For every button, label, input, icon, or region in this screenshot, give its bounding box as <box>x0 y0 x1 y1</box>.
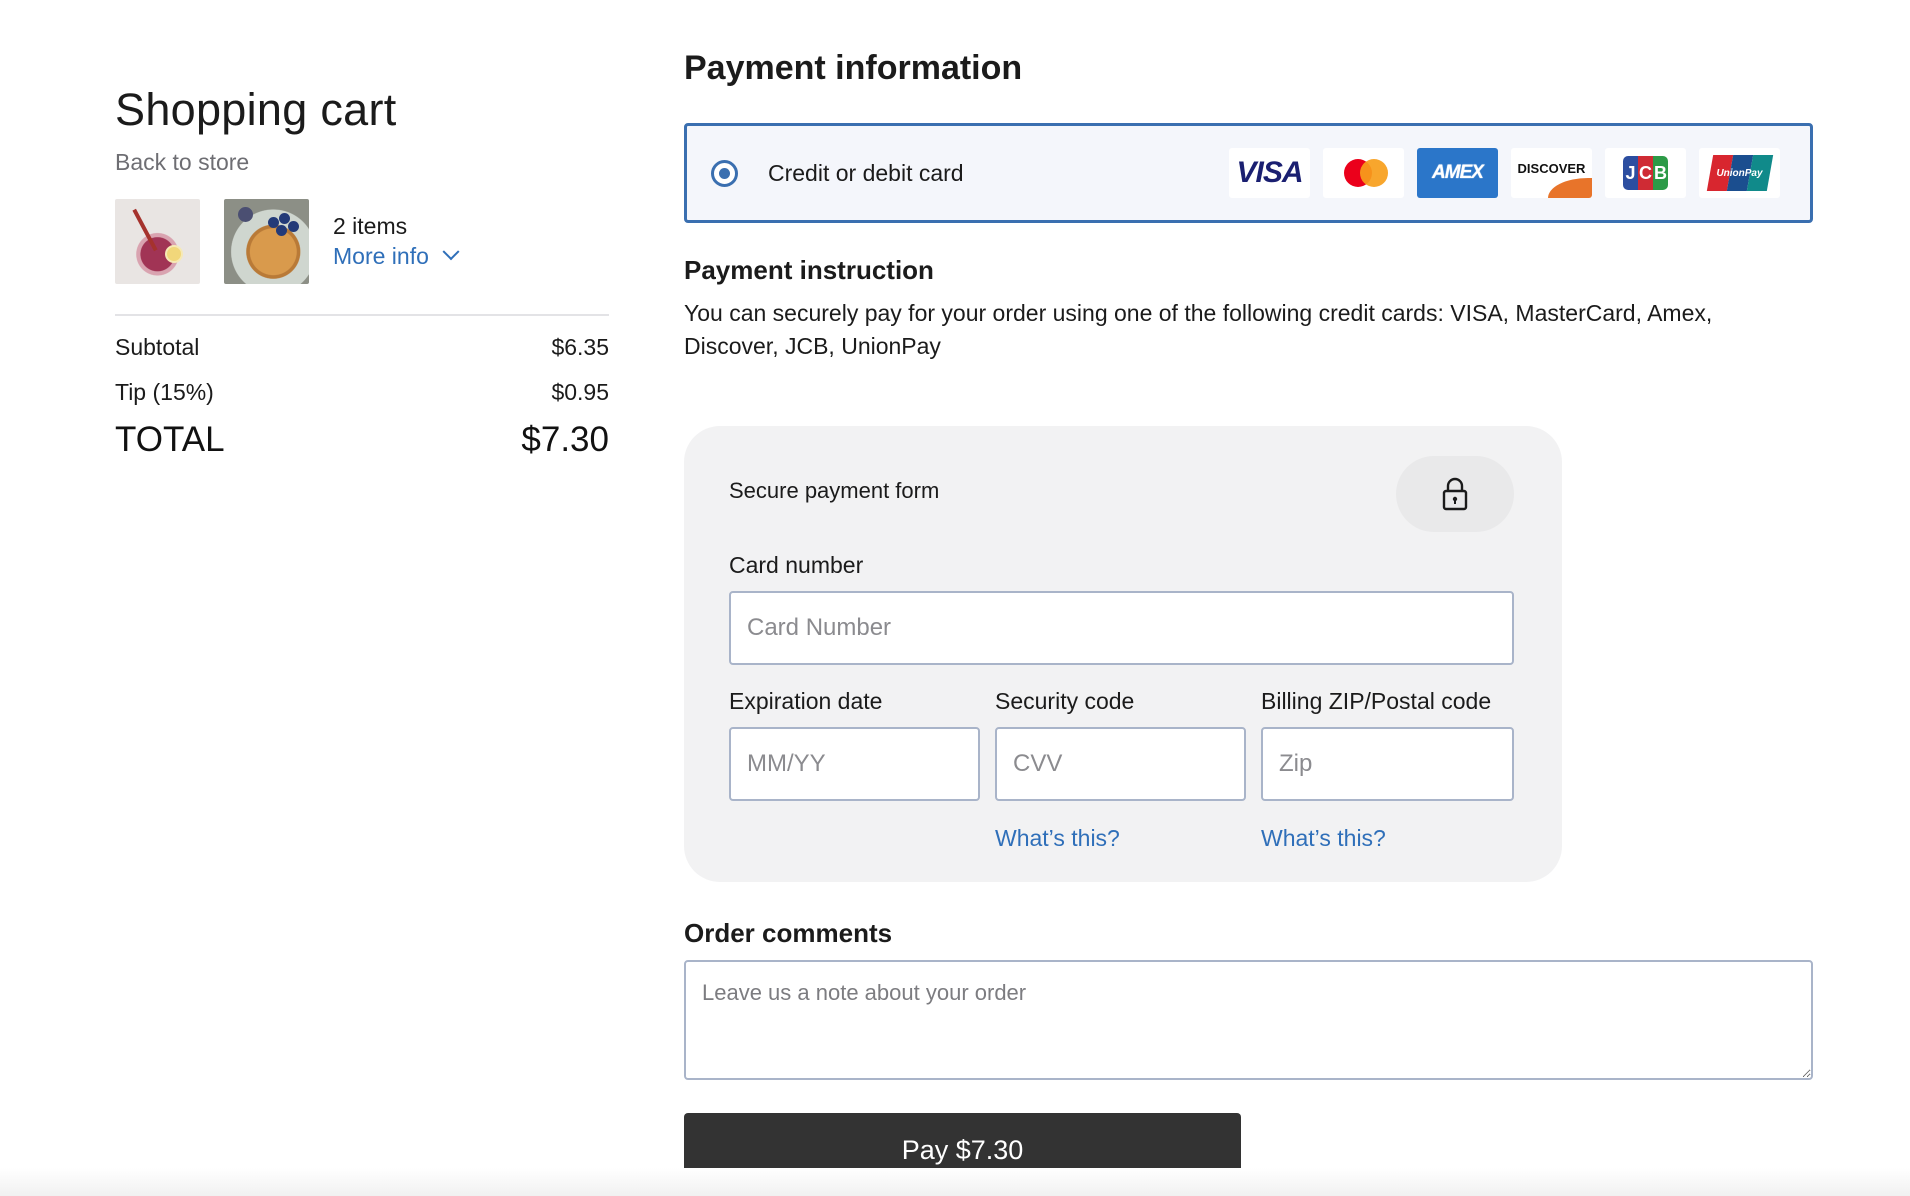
lock-icon <box>1442 477 1468 511</box>
payment-instruction-text: You can securely pay for your order usin… <box>684 300 1713 359</box>
payment-section: Payment information Credit or debit card… <box>684 44 1813 1188</box>
cart-divider <box>115 314 609 316</box>
expiration-input[interactable] <box>729 727 980 801</box>
checkout-page: Shopping cart Back to store 2 items More… <box>0 0 1910 1196</box>
payment-method-label: Credit or debit card <box>768 159 964 186</box>
subtotal-label: Subtotal <box>115 334 200 360</box>
tip-value: $0.95 <box>551 379 609 405</box>
visa-logo: VISA <box>1229 148 1310 198</box>
amex-logo: AMEX <box>1417 148 1498 198</box>
card-logos: VISA AMEX DISCOVER JCB UnionPay <box>1229 148 1780 198</box>
security-code-label: Security code <box>995 688 1135 714</box>
payment-title: Payment information <box>684 49 1023 87</box>
radio-selected-dot <box>719 167 730 179</box>
lock-button[interactable] <box>1396 456 1514 532</box>
secure-payment-form: Secure payment form Card number Expirati… <box>684 426 1562 882</box>
discover-logo: DISCOVER <box>1511 148 1592 198</box>
total-label: TOTAL <box>115 420 225 459</box>
mastercard-logo <box>1323 148 1404 198</box>
jcb-logo: JCB <box>1605 148 1686 198</box>
item-thumbnail-smoothie <box>115 198 200 284</box>
unionpay-logo: UnionPay <box>1699 148 1780 198</box>
payment-instruction-title: Payment instruction <box>684 255 934 285</box>
card-number-label: Card number <box>729 552 864 578</box>
zip-input[interactable] <box>1261 727 1514 801</box>
payment-method-credit-card[interactable]: Credit or debit card VISA AMEX DISCOVER <box>684 123 1813 223</box>
cart-items-row: 2 items More info <box>115 198 609 284</box>
item-thumbnail-pancakes <box>224 198 309 284</box>
total-row: TOTAL $7.30 <box>115 420 609 460</box>
security-code-input[interactable] <box>995 727 1246 801</box>
payment-method-radio[interactable] <box>711 159 738 187</box>
subtotal-value: $6.35 <box>551 334 609 360</box>
expiration-label: Expiration date <box>729 688 883 714</box>
tip-label: Tip (15%) <box>115 379 214 405</box>
subtotal-row: Subtotal $6.35 <box>115 334 609 361</box>
items-count: 2 items <box>333 213 408 239</box>
zip-help-link[interactable]: What’s this? <box>1261 825 1386 852</box>
bottom-shadow <box>0 1168 1910 1196</box>
zip-label: Billing ZIP/Postal code <box>1261 688 1492 714</box>
more-info-label: More info <box>333 243 429 269</box>
cart-summary: Shopping cart Back to store 2 items More… <box>115 82 609 460</box>
chevron-down-icon <box>442 243 460 261</box>
cart-title: Shopping cart <box>115 84 397 135</box>
security-code-help-link[interactable]: What’s this? <box>995 825 1120 852</box>
order-comments-title: Order comments <box>684 918 893 948</box>
items-info: 2 items More info <box>333 211 460 271</box>
card-number-input[interactable] <box>729 591 1514 665</box>
total-value: $7.30 <box>521 420 609 459</box>
tip-row: Tip (15%) $0.95 <box>115 379 609 406</box>
more-info-toggle[interactable]: More info <box>333 241 460 271</box>
back-to-store-link[interactable]: Back to store <box>115 149 609 176</box>
secure-form-title: Secure payment form <box>729 478 940 503</box>
order-comments-input[interactable] <box>684 960 1813 1080</box>
